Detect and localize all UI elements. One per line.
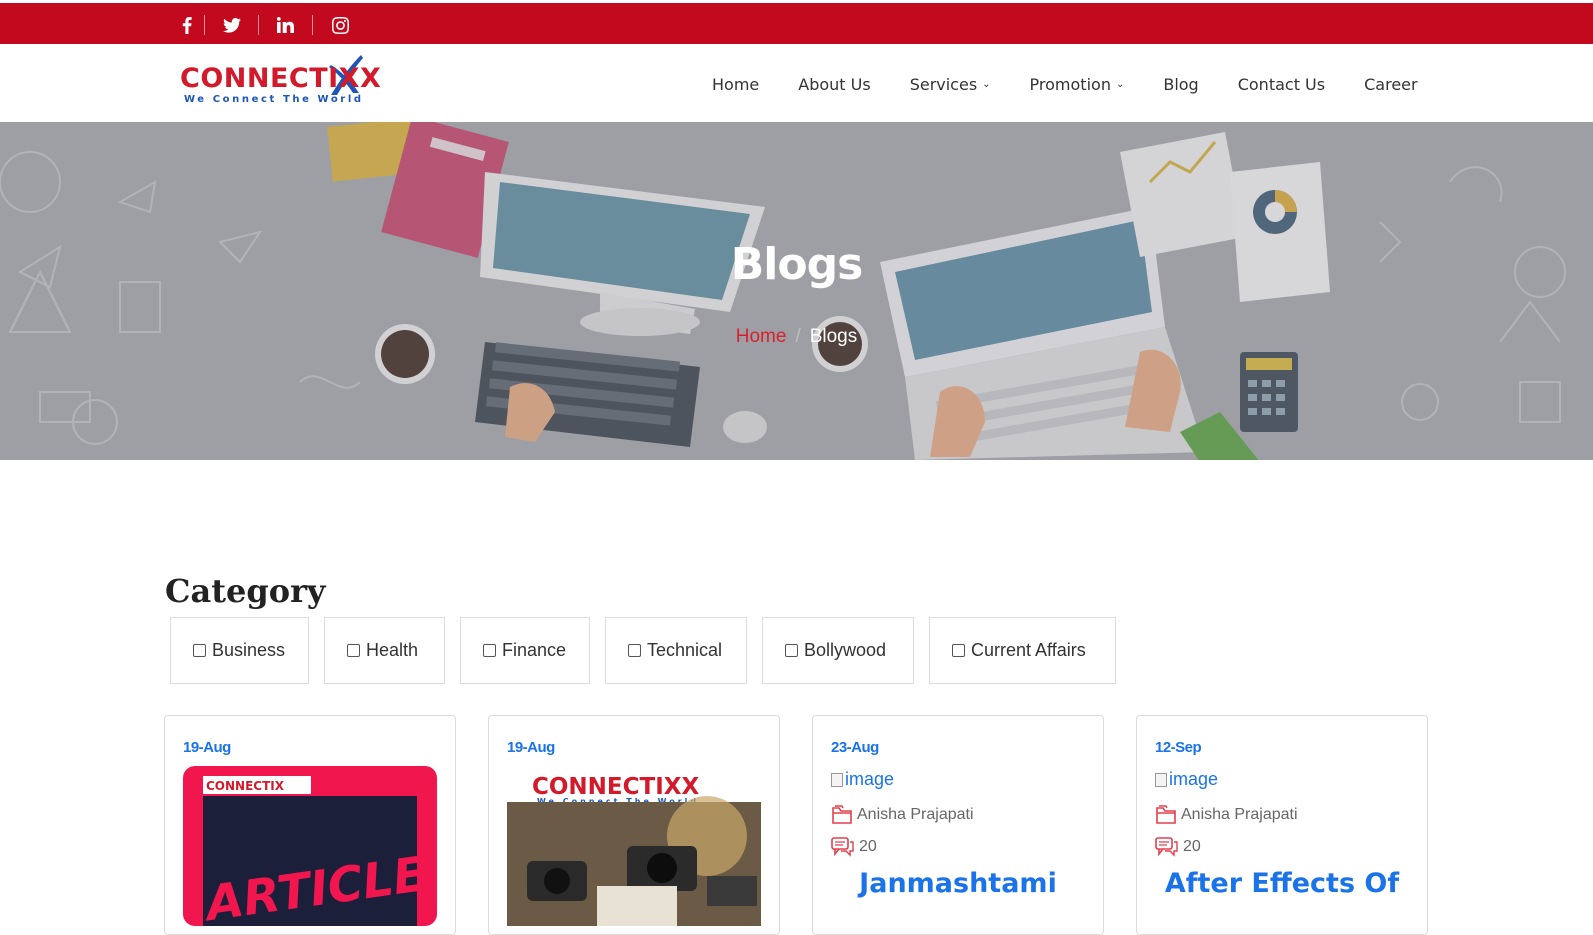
nav-contact[interactable]: Contact Us [1238, 75, 1325, 94]
post-comments: 20 [831, 837, 877, 857]
broken-image-icon [831, 772, 843, 787]
blog-card[interactable]: 23-Aug image Anisha Prajapati 20 Janmash… [812, 715, 1104, 935]
blog-card[interactable]: 19-Aug CONNECTIX ARTICLE 370 [164, 715, 456, 935]
twitter-link[interactable] [205, 15, 259, 35]
blog-card[interactable]: 12-Sep image Anisha Prajapati 20 After E… [1136, 715, 1428, 935]
category-label: Finance [502, 640, 567, 660]
post-image-alt: image [1169, 769, 1219, 789]
site-header: CONNECTIXX We Connect The World Home Abo… [0, 44, 1593, 122]
post-image-alt: image [845, 769, 895, 789]
folder-icon [1156, 805, 1176, 824]
instagram-link[interactable] [313, 15, 367, 35]
breadcrumb-separator: / [795, 326, 801, 347]
blog-card[interactable]: 19-Aug CONNECTIXX We Connect The World [488, 715, 780, 935]
checkbox[interactable] [193, 644, 206, 657]
post-author: Anisha Prajapati [831, 804, 974, 825]
comment-icon [831, 837, 854, 857]
facebook-icon [182, 16, 192, 34]
category-label: Current Affairs [971, 640, 1086, 660]
post-title[interactable]: Janmashtami [813, 868, 1103, 899]
chevron-down-icon: ⌄ [1115, 78, 1125, 90]
broken-image-icon [1155, 772, 1167, 787]
nav-promotion[interactable]: Promotion ⌄ [1030, 75, 1125, 94]
nav-blog[interactable]: Blog [1163, 75, 1198, 94]
hero-desk-illustration [0, 122, 1593, 460]
checkbox[interactable] [952, 644, 965, 657]
checkbox[interactable] [628, 644, 641, 657]
nav-services-label: Services [909, 74, 978, 94]
nav-promotion-label: Promotion [1029, 74, 1111, 94]
comment-count: 20 [1183, 838, 1201, 855]
category-health[interactable]: Health [324, 617, 445, 684]
breadcrumb-current: Blogs [809, 326, 858, 347]
nav-blog-label: Blog [1163, 74, 1199, 94]
breadcrumb: Home / Blogs [0, 326, 1593, 348]
nav-career[interactable]: Career [1364, 75, 1417, 94]
category-label: Health [366, 640, 419, 660]
logo-wordmark: CONNECTIXX [180, 63, 382, 94]
post-comments: 20 [1155, 837, 1201, 857]
post-date: 23-Aug [831, 739, 879, 756]
logo-tagline: We Connect The World [184, 94, 364, 105]
post-image[interactable]: image [1155, 769, 1218, 790]
hero-banner: Blogs Home / Blogs [0, 122, 1593, 460]
post-date: 12-Sep [1155, 739, 1202, 756]
category-finance[interactable]: Finance [460, 617, 590, 684]
category-current-affairs[interactable]: Current Affairs [929, 617, 1116, 684]
breadcrumb-home[interactable]: Home [736, 326, 787, 347]
post-title[interactable]: After Effects Of [1137, 868, 1427, 899]
nav-services[interactable]: Services ⌄ [910, 75, 991, 94]
category-label: Business [212, 640, 286, 660]
post-author: Anisha Prajapati [1155, 804, 1298, 825]
nav-about[interactable]: About Us [798, 75, 870, 94]
linkedin-link[interactable] [259, 15, 313, 35]
twitter-icon [222, 17, 241, 33]
category-business[interactable]: Business [170, 617, 309, 684]
comment-icon [1155, 837, 1178, 857]
checkbox[interactable] [347, 644, 360, 657]
main-nav: Home About Us Services ⌄ Promotion ⌄ Blog … [712, 74, 1457, 94]
post-thumbnail[interactable]: CONNECTIX ARTICLE 370 [183, 766, 437, 926]
category-technical[interactable]: Technical [605, 617, 747, 684]
page-title: Blogs [730, 239, 864, 290]
checkbox[interactable] [483, 644, 496, 657]
comment-count: 20 [859, 838, 877, 855]
nav-career-label: Career [1364, 74, 1418, 94]
author-name: Anisha Prajapati [857, 805, 974, 823]
social-links [175, 6, 367, 44]
nav-about-label: About Us [798, 74, 871, 94]
facebook-link[interactable] [175, 15, 205, 35]
site-logo[interactable]: CONNECTIXX We Connect The World [180, 53, 381, 113]
category-bollywood[interactable]: Bollywood [762, 617, 914, 684]
folder-icon [832, 805, 852, 824]
post-date: 19-Aug [183, 739, 231, 756]
nav-contact-label: Contact Us [1237, 74, 1326, 94]
category-label: Bollywood [804, 640, 887, 660]
author-name: Anisha Prajapati [1181, 805, 1298, 823]
checkbox[interactable] [785, 644, 798, 657]
instagram-icon [331, 16, 349, 34]
post-date: 19-Aug [507, 739, 555, 756]
category-heading: Category [165, 572, 326, 610]
chevron-down-icon: ⌄ [982, 78, 991, 90]
post-thumbnail[interactable]: CONNECTIXX We Connect The World [507, 766, 761, 926]
category-label: Technical [647, 640, 723, 660]
post-image[interactable]: image [831, 769, 894, 790]
thumb-logo-text: CONNECTIX [206, 779, 285, 793]
nav-home[interactable]: Home [712, 75, 759, 94]
nav-home-label: Home [712, 74, 760, 94]
linkedin-icon [277, 17, 294, 33]
top-bar [0, 0, 1593, 44]
